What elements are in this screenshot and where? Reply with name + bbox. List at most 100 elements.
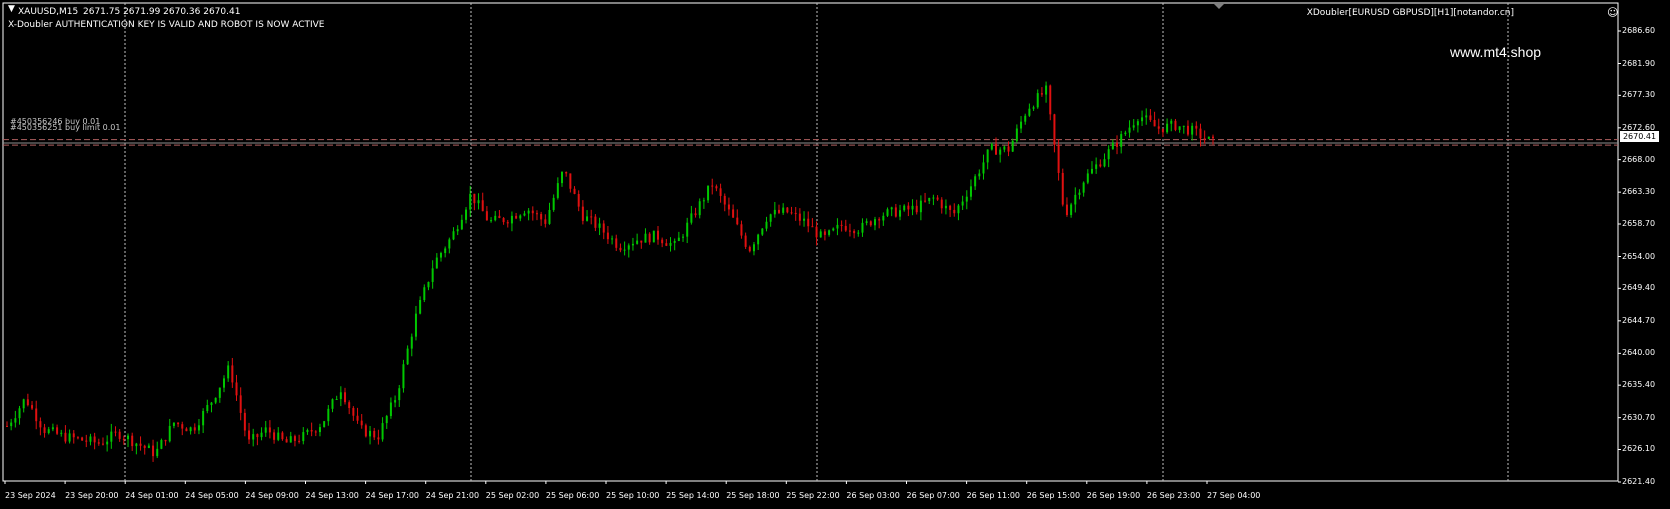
candle-body: [890, 207, 893, 210]
candle-body: [1128, 127, 1131, 133]
candle-body: [147, 445, 150, 448]
candle-body: [439, 253, 442, 258]
candle-body: [481, 200, 484, 212]
candle-body: [698, 201, 701, 216]
candle-body: [740, 224, 743, 236]
candle-body: [949, 205, 952, 210]
price-tick-label: 2668.00: [1622, 154, 1656, 164]
candle-body: [1107, 149, 1110, 160]
candle-body: [60, 432, 63, 434]
candle-body: [778, 209, 781, 213]
candle-body: [1136, 121, 1139, 126]
candle-body: [356, 415, 359, 421]
candle-body: [289, 436, 292, 443]
candle-body: [310, 430, 313, 432]
candle-body: [840, 224, 843, 226]
candle-body: [548, 209, 551, 224]
candle-body: [31, 405, 34, 409]
candle-body: [1074, 194, 1077, 205]
candle-body: [227, 365, 230, 379]
candle-body: [160, 439, 163, 449]
candle-body: [1157, 126, 1160, 129]
candle-body: [323, 421, 326, 428]
candle-body: [231, 365, 234, 383]
time-tick-label: 26 Sep 07:00: [906, 491, 960, 500]
candle-body: [1015, 128, 1018, 141]
order-label-buy-limit: #450356251 buy limit 0.01: [10, 123, 121, 132]
candle-body: [452, 231, 455, 240]
candle-body: [273, 432, 276, 440]
candle-body: [561, 171, 564, 184]
expert-name[interactable]: XDoubler[EURUSD GBPUSD][H1][notandor.cn]: [1307, 8, 1514, 18]
time-tick-label: 26 Sep 11:00: [966, 491, 1020, 500]
candle-body: [661, 239, 664, 244]
time-tick-label: 26 Sep 19:00: [1086, 491, 1141, 500]
smiley-icon[interactable]: ☺: [1607, 7, 1618, 18]
candle-body: [352, 408, 355, 416]
candle-body: [1111, 142, 1114, 150]
candle-body: [72, 433, 75, 438]
candle-body: [460, 219, 463, 230]
candle-body: [924, 200, 927, 202]
candle-body: [1132, 125, 1135, 128]
chart-canvas[interactable]: [0, 0, 1670, 509]
candle-body: [189, 427, 192, 432]
candle-body: [786, 207, 789, 213]
candle-body: [995, 144, 998, 155]
candle-body: [573, 188, 576, 194]
candle-body: [243, 412, 246, 431]
candle-body: [569, 173, 572, 189]
candle-body: [106, 441, 109, 445]
candle-body: [181, 424, 184, 429]
chart-window[interactable]: ▼ XAUUSD,M15 2671.75 2671.99 2670.36 267…: [0, 0, 1670, 509]
candle-body: [798, 213, 801, 221]
candle-body: [723, 195, 726, 205]
candle-body: [281, 432, 284, 440]
candle-body: [665, 243, 668, 246]
candle-body: [139, 443, 142, 446]
candle-body: [168, 425, 171, 442]
price-tick-label: 2640.00: [1622, 348, 1656, 358]
candle-body: [565, 171, 568, 174]
chart-menu-icon[interactable]: ▼: [8, 4, 15, 14]
candle-body: [1199, 128, 1202, 139]
candle-body: [177, 422, 180, 425]
candle-body: [894, 207, 897, 217]
candle-body: [402, 364, 405, 389]
time-tick-label: 27 Sep 04:00: [1207, 491, 1261, 500]
candle-body: [485, 211, 488, 221]
candle-body: [761, 228, 764, 235]
candle-body: [811, 226, 814, 228]
candle-body: [523, 213, 526, 216]
candle-body: [953, 209, 956, 214]
candle-body: [736, 217, 739, 225]
expert-message: X-Doubler AUTHENTICATION KEY IS VALID AN…: [8, 20, 325, 30]
candle-body: [1086, 173, 1089, 183]
candle-body: [389, 402, 392, 417]
candle-body: [314, 431, 317, 433]
candle-body: [640, 240, 643, 243]
candle-body: [235, 382, 238, 396]
candle-body: [719, 188, 722, 196]
candle-body: [419, 299, 422, 314]
candle-body: [1149, 115, 1152, 120]
candle-body: [999, 149, 1002, 155]
candle-body: [656, 230, 659, 240]
candle-body: [18, 408, 21, 419]
candle-body: [1070, 204, 1073, 215]
candle-body: [669, 242, 672, 246]
candle-body: [35, 408, 38, 422]
candle-body: [982, 162, 985, 174]
candle-body: [93, 436, 96, 443]
candle-body: [97, 442, 100, 444]
candle-body: [844, 225, 847, 231]
candle-body: [414, 313, 417, 337]
candle-body: [1040, 93, 1043, 95]
candle-body: [1116, 142, 1119, 147]
candle-body: [727, 204, 730, 210]
candle-body: [1186, 125, 1189, 135]
candle-body: [861, 222, 864, 233]
candle-body: [540, 213, 543, 220]
candle-body: [715, 186, 718, 189]
time-tick-label: 25 Sep 14:00: [666, 491, 720, 500]
